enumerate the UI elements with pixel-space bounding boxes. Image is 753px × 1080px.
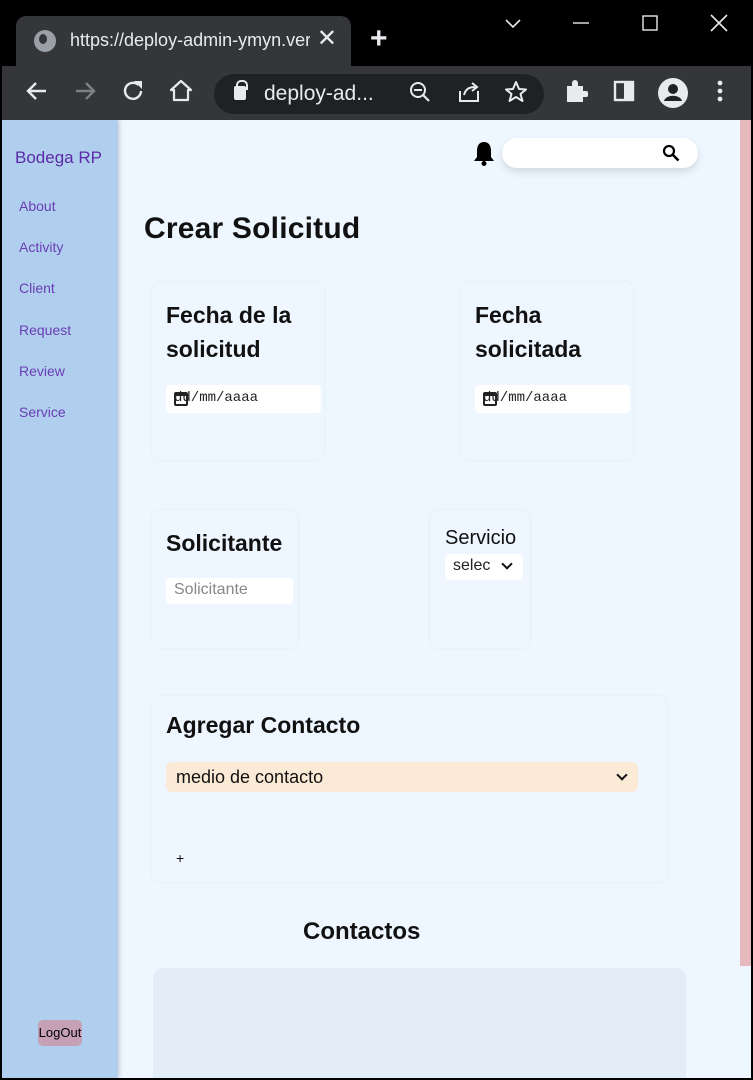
solicitante-input[interactable]: Solicitante (166, 578, 293, 604)
fecha-solicitada-label: Fecha solicitada (475, 302, 582, 362)
fecha-solicitud-card: Fecha de la solicitud dd/mm/aaaa (152, 282, 324, 460)
bookmark-star-icon[interactable] (504, 80, 528, 110)
fecha-solicitada-card: Fecha solicitada dd/mm/aaaa (461, 282, 633, 460)
side-panel-icon[interactable] (612, 78, 636, 112)
scrollbar-thumb[interactable] (740, 120, 751, 966)
browser-toolbar: deploy-ad... (2, 66, 751, 122)
chevron-down-icon (616, 769, 628, 781)
address-text[interactable]: deploy-ad... (264, 82, 374, 106)
reload-icon[interactable] (120, 78, 146, 112)
tab-title: https://deploy-admin-ymyn.vercel.app (70, 30, 310, 50)
medio-contacto-select[interactable]: medio de contacto (166, 762, 638, 792)
forward-icon[interactable] (72, 78, 98, 112)
new-tab-button[interactable]: + (370, 24, 388, 54)
contactos-heading: Contactos (303, 918, 421, 945)
back-icon[interactable] (24, 78, 50, 112)
maximize-icon[interactable] (639, 12, 661, 40)
extensions-icon[interactable] (564, 78, 589, 112)
page-content: Bodega RP About Activity Client Request … (2, 120, 751, 1078)
menu-kebab-icon[interactable] (716, 78, 724, 112)
servicio-card: Servicio selecciona (430, 510, 530, 648)
sidebar-item-service[interactable]: Service (19, 404, 66, 420)
sidebar-item-review[interactable]: Review (19, 363, 65, 379)
agregar-contacto-label: Agregar Contacto (166, 712, 361, 738)
servicio-select[interactable]: selecciona (445, 554, 523, 580)
minimize-icon[interactable] (570, 12, 592, 40)
browser-chrome: https://deploy-admin-ymyn.vercel.app ✕ + (0, 0, 753, 122)
solicitante-label: Solicitante (166, 530, 283, 556)
sidebar-item-client[interactable]: Client (19, 280, 55, 296)
servicio-label: Servicio (445, 527, 517, 549)
search-bar (502, 138, 698, 168)
sidebar: Bodega RP About Activity Client Request … (2, 120, 118, 1078)
brand-logo[interactable]: Bodega RP (15, 148, 102, 168)
close-window-icon[interactable] (708, 12, 730, 40)
zoom-out-icon[interactable] (408, 80, 432, 110)
sidebar-item-activity[interactable]: Activity (19, 239, 63, 255)
share-icon[interactable] (456, 80, 482, 110)
fecha-solicitud-input[interactable]: dd/mm/aaaa (166, 385, 321, 413)
fecha-solicitud-label: Fecha de la solicitud (166, 302, 292, 362)
search-icon[interactable] (662, 144, 680, 162)
browser-tab[interactable]: https://deploy-admin-ymyn.vercel.app ✕ (16, 16, 351, 66)
search-input[interactable] (510, 143, 650, 163)
tab-search-icon[interactable] (502, 12, 524, 40)
close-tab-icon[interactable]: ✕ (317, 26, 337, 52)
calendar-icon[interactable] (483, 392, 497, 406)
profile-avatar-icon[interactable] (658, 78, 688, 116)
home-icon[interactable] (168, 78, 194, 112)
lock-icon[interactable] (234, 80, 248, 100)
servicio-selected-value: selecciona (453, 557, 491, 574)
address-bar[interactable]: deploy-ad... (214, 74, 544, 114)
page-title: Crear Solicitud (144, 212, 361, 245)
medio-contacto-selected-value: medio de contacto (176, 767, 324, 787)
sidebar-item-about[interactable]: About (19, 198, 56, 214)
solicitante-card: Solicitante Solicitante (152, 510, 298, 648)
tab-strip: https://deploy-admin-ymyn.vercel.app ✕ + (2, 2, 751, 66)
add-contact-button[interactable]: + (176, 850, 184, 866)
logout-button[interactable]: LogOut (38, 1020, 82, 1046)
chevron-down-icon (501, 558, 513, 570)
calendar-icon[interactable] (174, 392, 188, 406)
contactos-list (153, 968, 686, 1078)
bell-icon[interactable] (473, 140, 494, 166)
sidebar-item-request[interactable]: Request (19, 322, 71, 338)
globe-icon (34, 30, 56, 52)
fecha-solicitada-input[interactable]: dd/mm/aaaa (475, 385, 630, 413)
